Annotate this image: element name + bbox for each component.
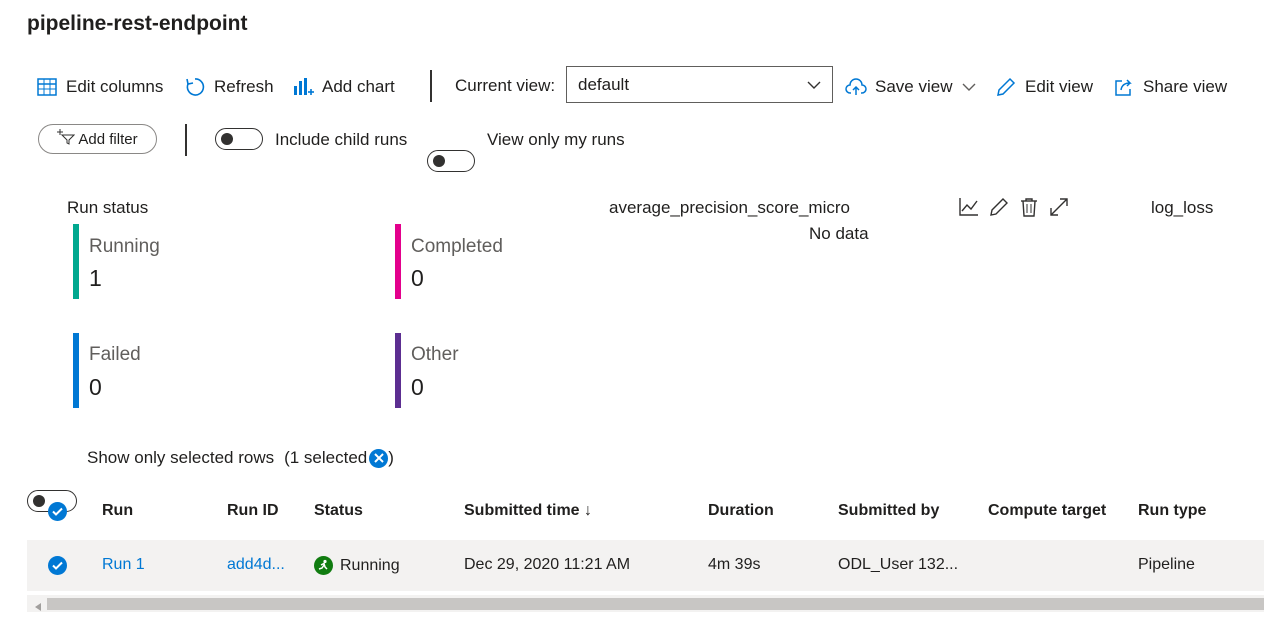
failed-count: 0: [89, 374, 102, 400]
run-status-title: Run status: [67, 198, 149, 217]
scrollbar-thumb[interactable]: [47, 598, 1264, 610]
running-count: 1: [89, 265, 102, 291]
current-view-select[interactable]: default: [566, 66, 833, 103]
row-checkbox[interactable]: [48, 556, 67, 575]
pencil-icon: [995, 76, 1017, 98]
refresh-icon: [184, 76, 206, 98]
trash-icon[interactable]: [1018, 196, 1040, 223]
other-status-bar: [395, 333, 401, 408]
share-view-button[interactable]: Share view: [1113, 76, 1227, 98]
current-view-value: default: [578, 74, 630, 94]
completed-status-bar: [395, 224, 401, 299]
view-only-my-runs-toggle[interactable]: [427, 150, 475, 172]
running-status-bar: [73, 224, 79, 299]
filter-add-icon: [57, 129, 76, 149]
checkmark-icon: [52, 561, 63, 570]
failed-label: Failed: [89, 344, 141, 365]
submitted-time-cell: Dec 29, 2020 11:21 AM: [464, 556, 631, 573]
edit-view-button[interactable]: Edit view: [995, 76, 1093, 98]
column-header-run-type[interactable]: Run type: [1138, 502, 1206, 520]
add-chart-button[interactable]: Add chart: [292, 76, 395, 98]
failed-status-bar: [73, 333, 79, 408]
run-name-link[interactable]: Run 1: [102, 556, 145, 574]
table-columns-icon: [36, 76, 58, 98]
show-selected-text: Show only selected rows: [87, 448, 275, 467]
expand-icon[interactable]: [1048, 196, 1070, 223]
run-status-cell: Running: [314, 556, 400, 575]
refresh-label: Refresh: [214, 77, 274, 96]
selected-close-paren: ): [388, 448, 394, 467]
edit-columns-label: Edit columns: [66, 77, 164, 96]
pencil-icon[interactable]: [988, 196, 1010, 223]
column-header-run-id[interactable]: Run ID: [227, 502, 279, 520]
column-header-compute-target[interactable]: Compute target: [988, 502, 1106, 520]
completed-count: 0: [411, 265, 424, 291]
add-chart-label: Add chart: [322, 77, 395, 96]
line-chart-icon[interactable]: [958, 196, 980, 223]
column-header-submitted-time[interactable]: Submitted time ↓: [464, 502, 592, 520]
checkmark-icon: [52, 507, 63, 516]
share-icon: [1113, 76, 1135, 98]
submitted-by-cell: ODL_User 132...: [838, 556, 959, 573]
current-view-label: Current view:: [455, 76, 556, 95]
toolbar-divider: [430, 70, 432, 102]
chevron-down-icon: [807, 75, 821, 95]
filter-divider: [185, 124, 187, 156]
run-type-cell: Pipeline: [1138, 556, 1195, 573]
add-filter-label: Add filter: [78, 130, 138, 148]
duration-cell: 4m 39s: [708, 556, 761, 573]
run-status-text: Running: [340, 556, 400, 574]
chart-metric-title: average_precision_score_micro: [609, 198, 850, 217]
selected-count: (1 selected: [284, 448, 368, 467]
table-row[interactable]: [27, 540, 1264, 591]
chevron-down-icon: [962, 77, 976, 97]
cloud-upload-icon: [845, 76, 867, 98]
scroll-left-arrow-icon[interactable]: [34, 599, 42, 617]
clear-selection-icon[interactable]: [369, 448, 389, 468]
completed-label: Completed: [411, 236, 503, 257]
save-view-label: Save view: [875, 77, 953, 96]
other-label: Other: [411, 344, 459, 365]
page-title: pipeline-rest-endpoint: [27, 12, 248, 35]
other-count: 0: [411, 374, 424, 400]
refresh-button[interactable]: Refresh: [184, 76, 274, 98]
running-label: Running: [89, 236, 160, 257]
show-selected-rows-label: Show only selected rows (1 selected ): [87, 448, 394, 468]
next-chart-metric-title: log_loss: [1151, 198, 1214, 217]
select-all-checkbox[interactable]: [48, 502, 67, 521]
column-header-status[interactable]: Status: [314, 502, 363, 520]
running-status-icon: [314, 556, 333, 575]
column-header-submitted-by[interactable]: Submitted by: [838, 502, 939, 520]
run-id-link[interactable]: add4d...: [227, 556, 285, 574]
include-child-runs-toggle[interactable]: [215, 128, 263, 150]
add-filter-button[interactable]: Add filter: [38, 124, 157, 154]
save-view-button[interactable]: Save view: [845, 76, 976, 98]
bar-chart-icon: [292, 76, 314, 98]
share-view-label: Share view: [1143, 77, 1228, 96]
column-header-duration[interactable]: Duration: [708, 502, 774, 520]
edit-columns-button[interactable]: Edit columns: [36, 76, 163, 98]
view-only-my-runs-label: View only my runs: [487, 130, 625, 149]
include-child-runs-label: Include child runs: [275, 130, 408, 149]
chart-no-data: No data: [809, 224, 869, 243]
column-header-run[interactable]: Run: [102, 502, 133, 520]
edit-view-label: Edit view: [1025, 77, 1094, 96]
